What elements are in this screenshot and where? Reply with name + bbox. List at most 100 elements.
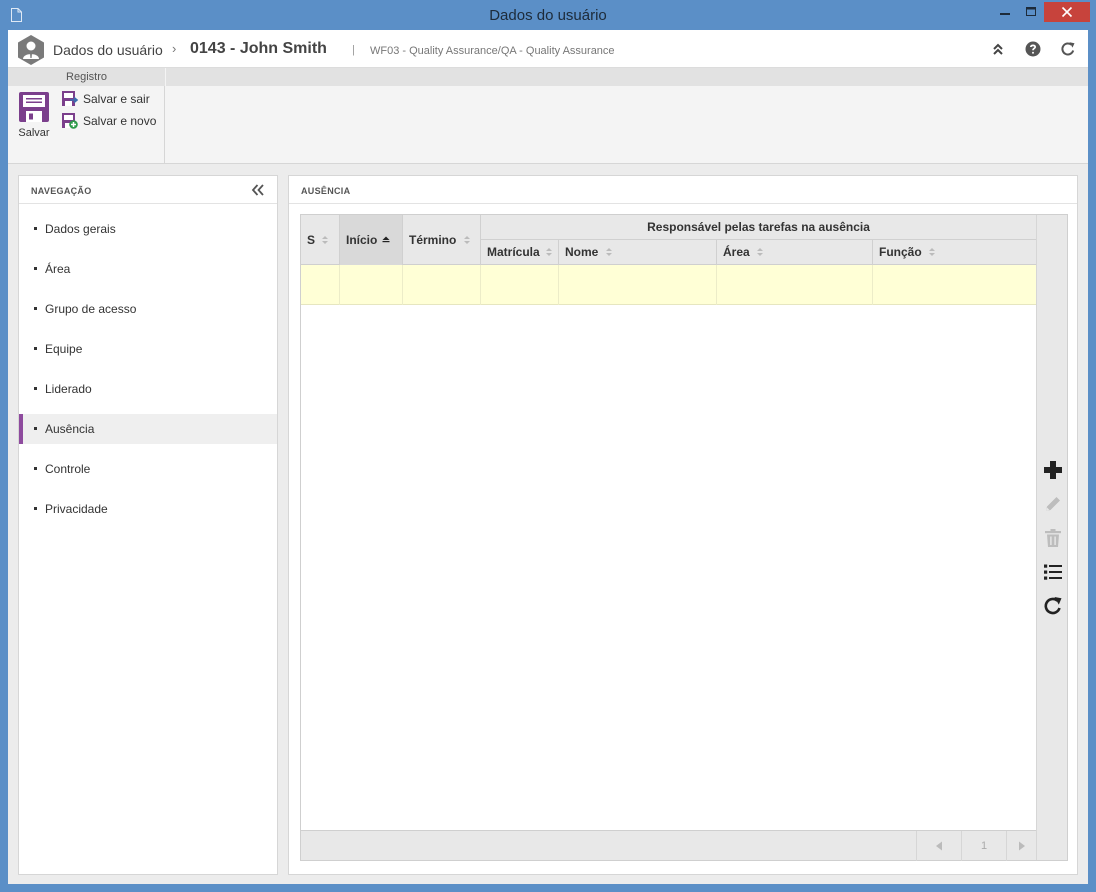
bullet-icon (34, 307, 37, 310)
column-header-area[interactable]: Área (717, 240, 873, 265)
column-header-s[interactable]: S (301, 215, 340, 265)
pager-page-number[interactable]: 1 (961, 831, 1006, 861)
add-button[interactable] (1042, 459, 1064, 481)
floppy-disk-icon (19, 92, 49, 122)
list-icon (1044, 564, 1062, 580)
page-header: Dados do usuário › 0143 - John Smith | W… (8, 30, 1088, 68)
bullet-icon (34, 227, 37, 230)
cell-matricula (481, 265, 559, 305)
sidebar-item-label: Grupo de acesso (45, 302, 137, 316)
column-header-matricula[interactable]: Matrícula (481, 240, 559, 265)
collapse-up-icon[interactable] (990, 41, 1006, 57)
save-and-new-button[interactable]: Salvar e novo (62, 112, 156, 130)
bullet-icon (34, 507, 37, 510)
sidebar-item-dados-gerais[interactable]: Dados gerais (19, 214, 277, 244)
close-button[interactable] (1044, 2, 1090, 22)
help-icon[interactable] (1025, 41, 1041, 57)
sidebar-item-equipe[interactable]: Equipe (19, 334, 277, 364)
sidebar-item-area[interactable]: Área (19, 254, 277, 284)
close-icon (1061, 6, 1073, 18)
sidebar-item-ausencia[interactable]: Ausência (19, 414, 277, 444)
sort-ascending-icon (382, 236, 390, 243)
breadcrumb-root[interactable]: Dados do usuário (53, 42, 163, 58)
bullet-icon (34, 427, 37, 430)
column-group-header: Responsável pelas tarefas na ausência (481, 215, 1036, 240)
pager-next-button[interactable] (1006, 831, 1036, 861)
sidebar-item-liderado[interactable]: Liderado (19, 374, 277, 404)
pager-prev-button[interactable] (916, 831, 961, 861)
column-header-termino[interactable]: Término (403, 215, 481, 265)
sidebar-item-privacidade[interactable]: Privacidade (19, 494, 277, 524)
table-row[interactable] (301, 265, 1036, 305)
column-label: Nome (565, 245, 599, 259)
content-title: AUSÊNCIA (301, 186, 351, 196)
list-button[interactable] (1042, 561, 1064, 583)
bullet-icon (34, 347, 37, 350)
navigation-title: NAVEGAÇÃO (31, 186, 92, 196)
ribbon-group-registro: Registro Salvar Salvar e sair Salvar e n… (8, 68, 165, 164)
save-exit-icon (62, 91, 78, 106)
sidebar-item-controle[interactable]: Controle (19, 454, 277, 484)
edit-button[interactable] (1042, 493, 1064, 515)
sort-neutral-icon (757, 248, 763, 256)
page-title: 0143 - John Smith (190, 40, 327, 57)
maximize-button[interactable] (1018, 2, 1044, 22)
sidebar-item-label: Equipe (45, 342, 83, 356)
maximize-icon (1026, 7, 1036, 16)
cell-funcao (873, 265, 1036, 305)
column-label: Função (879, 245, 922, 259)
save-label: Salvar (18, 127, 50, 139)
save-and-exit-button[interactable]: Salvar e sair (62, 90, 150, 108)
column-header-funcao[interactable]: Função (873, 240, 1036, 265)
grid-header: S Início Término Responsável pelas taref… (301, 215, 1036, 265)
grid-pager: 1 (301, 830, 1036, 861)
active-indicator (19, 414, 23, 444)
save-and-exit-label: Salvar e sair (83, 92, 150, 106)
sidebar-item-label: Privacidade (45, 502, 108, 516)
bullet-icon (34, 387, 37, 390)
column-label: Término (409, 233, 457, 247)
sort-neutral-icon (322, 236, 328, 244)
minimize-button[interactable] (992, 2, 1018, 22)
column-label: Início (346, 233, 378, 247)
save-and-new-label: Salvar e novo (83, 114, 157, 128)
ribbon-empty-group-bar (166, 68, 1088, 86)
window-title: Dados do usuário (489, 7, 607, 24)
triangle-left-icon (936, 841, 942, 851)
absence-grid: S Início Término Responsável pelas taref… (300, 214, 1068, 861)
cell-inicio (340, 265, 403, 305)
column-label: Matrícula (487, 245, 540, 259)
edit-icon (1046, 497, 1060, 511)
cell-nome (559, 265, 717, 305)
window-client: Dados do usuário › 0143 - John Smith | W… (8, 30, 1088, 884)
sidebar-item-label: Liderado (45, 382, 92, 396)
sort-neutral-icon (464, 236, 470, 244)
app-window: Dados do usuário Dados do usuário › 0143… (0, 0, 1096, 892)
bullet-icon (34, 267, 37, 270)
refresh-icon (1044, 597, 1062, 615)
sort-neutral-icon (546, 248, 552, 256)
sidebar-item-label: Área (45, 262, 71, 276)
save-button[interactable]: Salvar (14, 90, 54, 142)
navigation-header: NAVEGAÇÃO (19, 176, 277, 204)
cell-area (717, 265, 873, 305)
refresh-icon[interactable] (1060, 41, 1076, 57)
sidebar-item-label: Dados gerais (45, 222, 116, 236)
sidebar-item-grupo-de-acesso[interactable]: Grupo de acesso (19, 294, 277, 324)
sidebar-item-label: Ausência (45, 422, 95, 436)
cell-termino (403, 265, 481, 305)
delete-button[interactable] (1042, 527, 1064, 549)
delete-icon (1045, 529, 1061, 547)
collapse-left-icon[interactable] (251, 184, 265, 196)
column-label: S (307, 233, 316, 247)
bullet-icon (34, 467, 37, 470)
column-header-nome[interactable]: Nome (559, 240, 717, 265)
column-label: Área (723, 245, 750, 259)
ribbon-toolbar: Registro Salvar Salvar e sair Salvar e n… (8, 68, 1088, 164)
content-header: AUSÊNCIA (289, 176, 1077, 204)
sort-neutral-icon (606, 248, 612, 256)
column-header-inicio[interactable]: Início (340, 215, 403, 265)
navigation-panel: NAVEGAÇÃO Dados gerais Área Grupo de acess… (18, 175, 278, 875)
ribbon-group-label: Registro (8, 68, 165, 86)
grid-refresh-button[interactable] (1042, 595, 1064, 617)
